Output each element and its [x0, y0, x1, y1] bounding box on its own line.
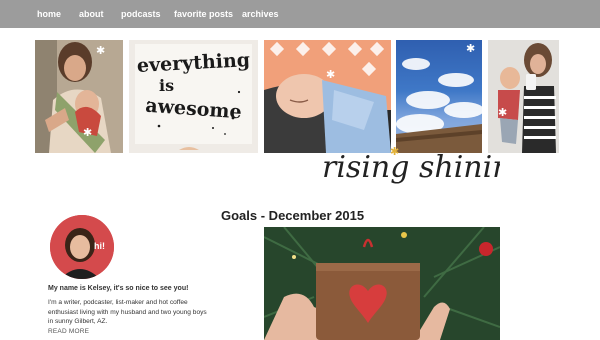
sleeping-baby-illustration: [264, 40, 391, 153]
read-more-link[interactable]: READ MORE: [48, 328, 89, 335]
site-title-logo[interactable]: rising shining ✱: [320, 143, 531, 193]
site-title-text: rising shining: [322, 150, 500, 185]
header-photo-mirror-selfie: ✱: [488, 40, 559, 153]
sidebar-greeting: My name is Kelsey, it's so nice to see y…: [48, 285, 189, 292]
sky-illustration: [396, 58, 482, 153]
post-title[interactable]: Goals - December 2015: [221, 208, 364, 223]
selfie-illustration: [488, 40, 559, 153]
mother-baby-illustration: [35, 40, 123, 153]
sparkle-icon: ✱: [326, 69, 336, 81]
header-photo-awesome-sign: everything is awesome: [129, 40, 258, 153]
avatar: hi!: [50, 215, 114, 279]
post-featured-image[interactable]: [264, 227, 500, 340]
sidebar-bio: I'm a writer, podcaster, list-maker and …: [48, 299, 207, 325]
nav-item-favorite-posts[interactable]: favorite posts: [174, 0, 233, 28]
nav-item-about[interactable]: about: [79, 0, 104, 28]
sign-text-line2: is: [159, 76, 175, 95]
nav-item-podcasts[interactable]: podcasts: [121, 0, 161, 28]
nav-item-home[interactable]: home: [37, 0, 61, 28]
site-title-wordmark: rising shining: [322, 150, 531, 185]
sparkle-icon: ✱: [96, 45, 106, 57]
avatar-badge: hi!: [94, 241, 105, 251]
top-nav: home about podcasts favorite posts archi…: [0, 0, 600, 28]
sparkle-icon: ✱: [498, 107, 508, 119]
sparkle-icon: ✱: [83, 127, 93, 139]
ornament-illustration: [264, 227, 500, 340]
header-photo-mother-baby: ✱ ✱: [35, 40, 123, 153]
nav-item-archives[interactable]: archives: [242, 0, 279, 28]
header-photo-sky: ✱: [396, 40, 482, 153]
sparkle-icon: ✱: [466, 43, 476, 55]
header-photo-sleeping-baby: ✱: [264, 40, 391, 153]
star-icon: ✱: [390, 146, 400, 158]
